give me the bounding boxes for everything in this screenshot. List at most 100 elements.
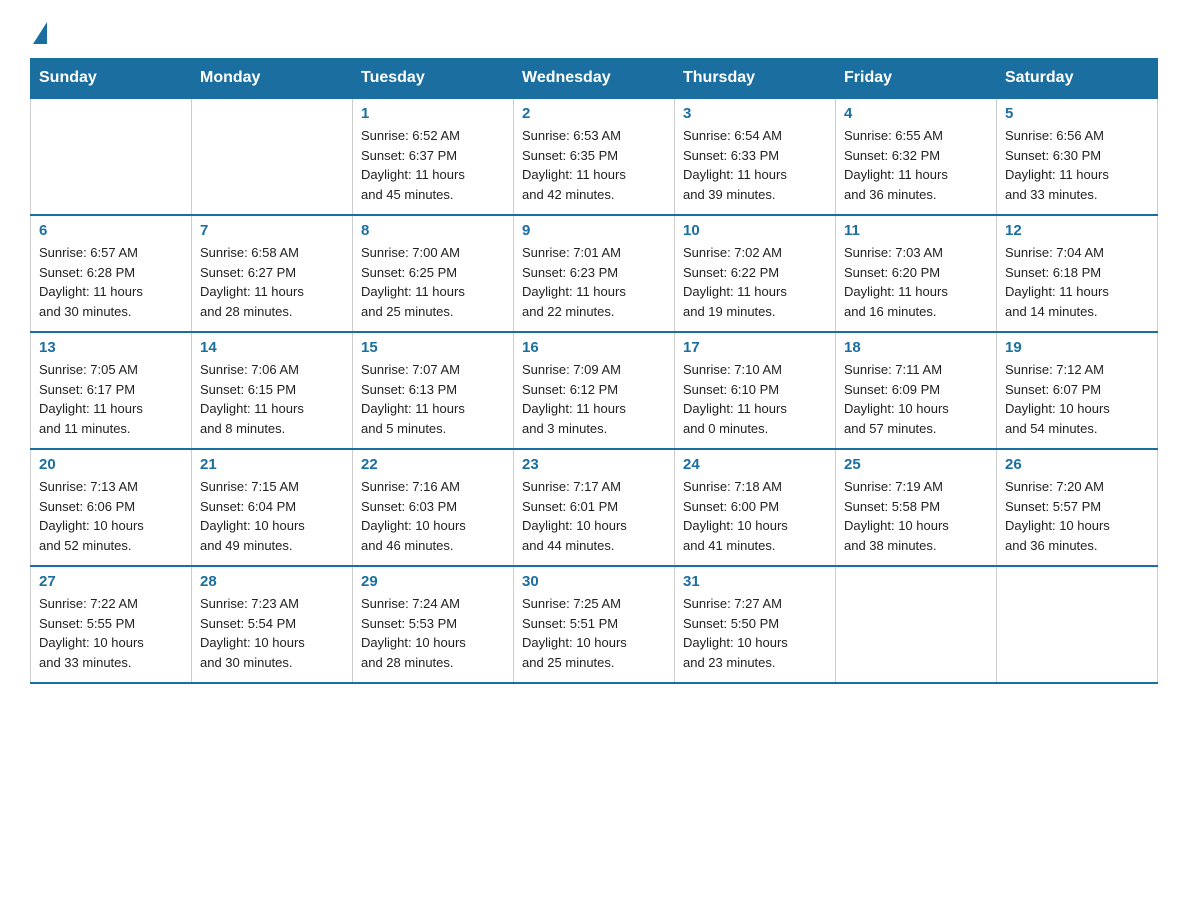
weekday-header-monday: Monday: [192, 59, 353, 99]
calendar-week-row: 13 Sunrise: 7:05 AMSunset: 6:17 PMDayligh…: [31, 332, 1158, 449]
day-number: 2: [522, 105, 666, 122]
calendar-cell: 1 Sunrise: 6:52 AMSunset: 6:37 PMDaylight…: [353, 98, 514, 215]
day-number: 12: [1005, 222, 1149, 239]
day-number: 7: [200, 222, 344, 239]
weekday-header-saturday: Saturday: [997, 59, 1158, 99]
calendar-cell: 3Sunrise: 6:54 AMSunset: 6:33 PMDaylight…: [675, 98, 836, 215]
calendar-cell: 25 Sunrise: 7:19 AMSunset: 5:58 PMDayligh…: [836, 449, 997, 566]
weekday-header-row: SundayMondayTuesdayWednesdayThursdayFrid…: [31, 59, 1158, 99]
weekday-header-thursday: Thursday: [675, 59, 836, 99]
day-info: Sunrise: 7:25 AMSunset: 5:51 PMDaylight:…: [522, 594, 666, 672]
day-number: 28: [200, 573, 344, 590]
calendar-week-row: 6 Sunrise: 6:57 AMSunset: 6:28 PMDaylight…: [31, 215, 1158, 332]
day-number: 26: [1005, 456, 1149, 473]
day-number: 25: [844, 456, 988, 473]
logo: [30, 20, 62, 40]
calendar-cell: 22 Sunrise: 7:16 AMSunset: 6:03 PMDayligh…: [353, 449, 514, 566]
day-info: Sunrise: 7:16 AMSunset: 6:03 PMDaylight:…: [361, 477, 505, 555]
day-info: Sunrise: 7:13 AMSunset: 6:06 PMDaylight:…: [39, 477, 183, 555]
day-info: Sunrise: 7:00 AMSunset: 6:25 PMDaylight:…: [361, 243, 505, 321]
calendar-cell: 27Sunrise: 7:22 AMSunset: 5:55 PMDayligh…: [31, 566, 192, 683]
day-number: 11: [844, 222, 988, 239]
calendar-cell: 28 Sunrise: 7:23 AMSunset: 5:54 PMDayligh…: [192, 566, 353, 683]
day-number: 6: [39, 222, 183, 239]
day-info: Sunrise: 7:20 AMSunset: 5:57 PMDaylight:…: [1005, 477, 1149, 555]
calendar-cell: 13 Sunrise: 7:05 AMSunset: 6:17 PMDayligh…: [31, 332, 192, 449]
calendar-cell: 4Sunrise: 6:55 AMSunset: 6:32 PMDaylight…: [836, 98, 997, 215]
day-number: 16: [522, 339, 666, 356]
day-number: 18: [844, 339, 988, 356]
day-number: 30: [522, 573, 666, 590]
day-info: Sunrise: 7:18 AMSunset: 6:00 PMDaylight:…: [683, 477, 827, 555]
calendar-cell: 17 Sunrise: 7:10 AMSunset: 6:10 PMDayligh…: [675, 332, 836, 449]
calendar-cell: 9Sunrise: 7:01 AMSunset: 6:23 PMDaylight…: [514, 215, 675, 332]
day-number: 23: [522, 456, 666, 473]
logo-triangle-icon: [33, 22, 47, 44]
day-info: Sunrise: 7:24 AMSunset: 5:53 PMDaylight:…: [361, 594, 505, 672]
day-info: Sunrise: 7:06 AMSunset: 6:15 PMDaylight:…: [200, 360, 344, 438]
calendar-cell: 21 Sunrise: 7:15 AMSunset: 6:04 PMDayligh…: [192, 449, 353, 566]
calendar-cell: 24 Sunrise: 7:18 AMSunset: 6:00 PMDayligh…: [675, 449, 836, 566]
calendar-cell: 15Sunrise: 7:07 AMSunset: 6:13 PMDayligh…: [353, 332, 514, 449]
calendar-cell: [31, 98, 192, 215]
calendar-cell: 8Sunrise: 7:00 AMSunset: 6:25 PMDaylight…: [353, 215, 514, 332]
day-info: Sunrise: 7:22 AMSunset: 5:55 PMDaylight:…: [39, 594, 183, 672]
day-number: 19: [1005, 339, 1149, 356]
day-number: 14: [200, 339, 344, 356]
calendar-table: SundayMondayTuesdayWednesdayThursdayFrid…: [30, 58, 1158, 684]
day-info: Sunrise: 6:58 AMSunset: 6:27 PMDaylight:…: [200, 243, 344, 321]
calendar-cell: 2Sunrise: 6:53 AMSunset: 6:35 PMDaylight…: [514, 98, 675, 215]
calendar-cell: 26 Sunrise: 7:20 AMSunset: 5:57 PMDayligh…: [997, 449, 1158, 566]
day-number: 20: [39, 456, 183, 473]
day-number: 15: [361, 339, 505, 356]
calendar-cell: 18 Sunrise: 7:11 AMSunset: 6:09 PMDayligh…: [836, 332, 997, 449]
day-info: Sunrise: 7:17 AMSunset: 6:01 PMDaylight:…: [522, 477, 666, 555]
calendar-week-row: 27Sunrise: 7:22 AMSunset: 5:55 PMDayligh…: [31, 566, 1158, 683]
day-info: Sunrise: 7:12 AMSunset: 6:07 PMDaylight:…: [1005, 360, 1149, 438]
weekday-header-wednesday: Wednesday: [514, 59, 675, 99]
day-info: Sunrise: 7:05 AMSunset: 6:17 PMDaylight:…: [39, 360, 183, 438]
calendar-cell: 20 Sunrise: 7:13 AMSunset: 6:06 PMDayligh…: [31, 449, 192, 566]
calendar-cell: 14 Sunrise: 7:06 AMSunset: 6:15 PMDayligh…: [192, 332, 353, 449]
calendar-cell: [192, 98, 353, 215]
calendar-cell: 29Sunrise: 7:24 AMSunset: 5:53 PMDayligh…: [353, 566, 514, 683]
calendar-cell: 23 Sunrise: 7:17 AMSunset: 6:01 PMDayligh…: [514, 449, 675, 566]
day-number: 24: [683, 456, 827, 473]
calendar-cell: 7 Sunrise: 6:58 AMSunset: 6:27 PMDaylight…: [192, 215, 353, 332]
day-number: 22: [361, 456, 505, 473]
day-info: Sunrise: 7:11 AMSunset: 6:09 PMDaylight:…: [844, 360, 988, 438]
calendar-cell: [836, 566, 997, 683]
day-number: 21: [200, 456, 344, 473]
day-number: 1: [361, 105, 505, 122]
calendar-week-row: 1 Sunrise: 6:52 AMSunset: 6:37 PMDaylight…: [31, 98, 1158, 215]
day-number: 3: [683, 105, 827, 122]
weekday-header-tuesday: Tuesday: [353, 59, 514, 99]
day-info: Sunrise: 6:55 AMSunset: 6:32 PMDaylight:…: [844, 126, 988, 204]
day-number: 17: [683, 339, 827, 356]
day-info: Sunrise: 7:03 AMSunset: 6:20 PMDaylight:…: [844, 243, 988, 321]
calendar-cell: 5Sunrise: 6:56 AMSunset: 6:30 PMDaylight…: [997, 98, 1158, 215]
calendar-body: 1 Sunrise: 6:52 AMSunset: 6:37 PMDaylight…: [31, 98, 1158, 683]
day-info: Sunrise: 7:10 AMSunset: 6:10 PMDaylight:…: [683, 360, 827, 438]
day-info: Sunrise: 7:15 AMSunset: 6:04 PMDaylight:…: [200, 477, 344, 555]
day-number: 5: [1005, 105, 1149, 122]
day-info: Sunrise: 7:09 AMSunset: 6:12 PMDaylight:…: [522, 360, 666, 438]
calendar-cell: 6 Sunrise: 6:57 AMSunset: 6:28 PMDaylight…: [31, 215, 192, 332]
day-info: Sunrise: 6:52 AMSunset: 6:37 PMDaylight:…: [361, 126, 505, 204]
calendar-cell: 10Sunrise: 7:02 AMSunset: 6:22 PMDayligh…: [675, 215, 836, 332]
day-info: Sunrise: 7:19 AMSunset: 5:58 PMDaylight:…: [844, 477, 988, 555]
calendar-cell: 16 Sunrise: 7:09 AMSunset: 6:12 PMDayligh…: [514, 332, 675, 449]
day-info: Sunrise: 7:01 AMSunset: 6:23 PMDaylight:…: [522, 243, 666, 321]
calendar-cell: 31Sunrise: 7:27 AMSunset: 5:50 PMDayligh…: [675, 566, 836, 683]
calendar-cell: 12 Sunrise: 7:04 AMSunset: 6:18 PMDayligh…: [997, 215, 1158, 332]
page-header: [30, 20, 1158, 40]
day-info: Sunrise: 7:27 AMSunset: 5:50 PMDaylight:…: [683, 594, 827, 672]
day-info: Sunrise: 7:04 AMSunset: 6:18 PMDaylight:…: [1005, 243, 1149, 321]
day-info: Sunrise: 7:23 AMSunset: 5:54 PMDaylight:…: [200, 594, 344, 672]
day-number: 13: [39, 339, 183, 356]
day-info: Sunrise: 6:57 AMSunset: 6:28 PMDaylight:…: [39, 243, 183, 321]
calendar-cell: 19 Sunrise: 7:12 AMSunset: 6:07 PMDayligh…: [997, 332, 1158, 449]
calendar-week-row: 20 Sunrise: 7:13 AMSunset: 6:06 PMDayligh…: [31, 449, 1158, 566]
day-info: Sunrise: 7:02 AMSunset: 6:22 PMDaylight:…: [683, 243, 827, 321]
weekday-header-sunday: Sunday: [31, 59, 192, 99]
